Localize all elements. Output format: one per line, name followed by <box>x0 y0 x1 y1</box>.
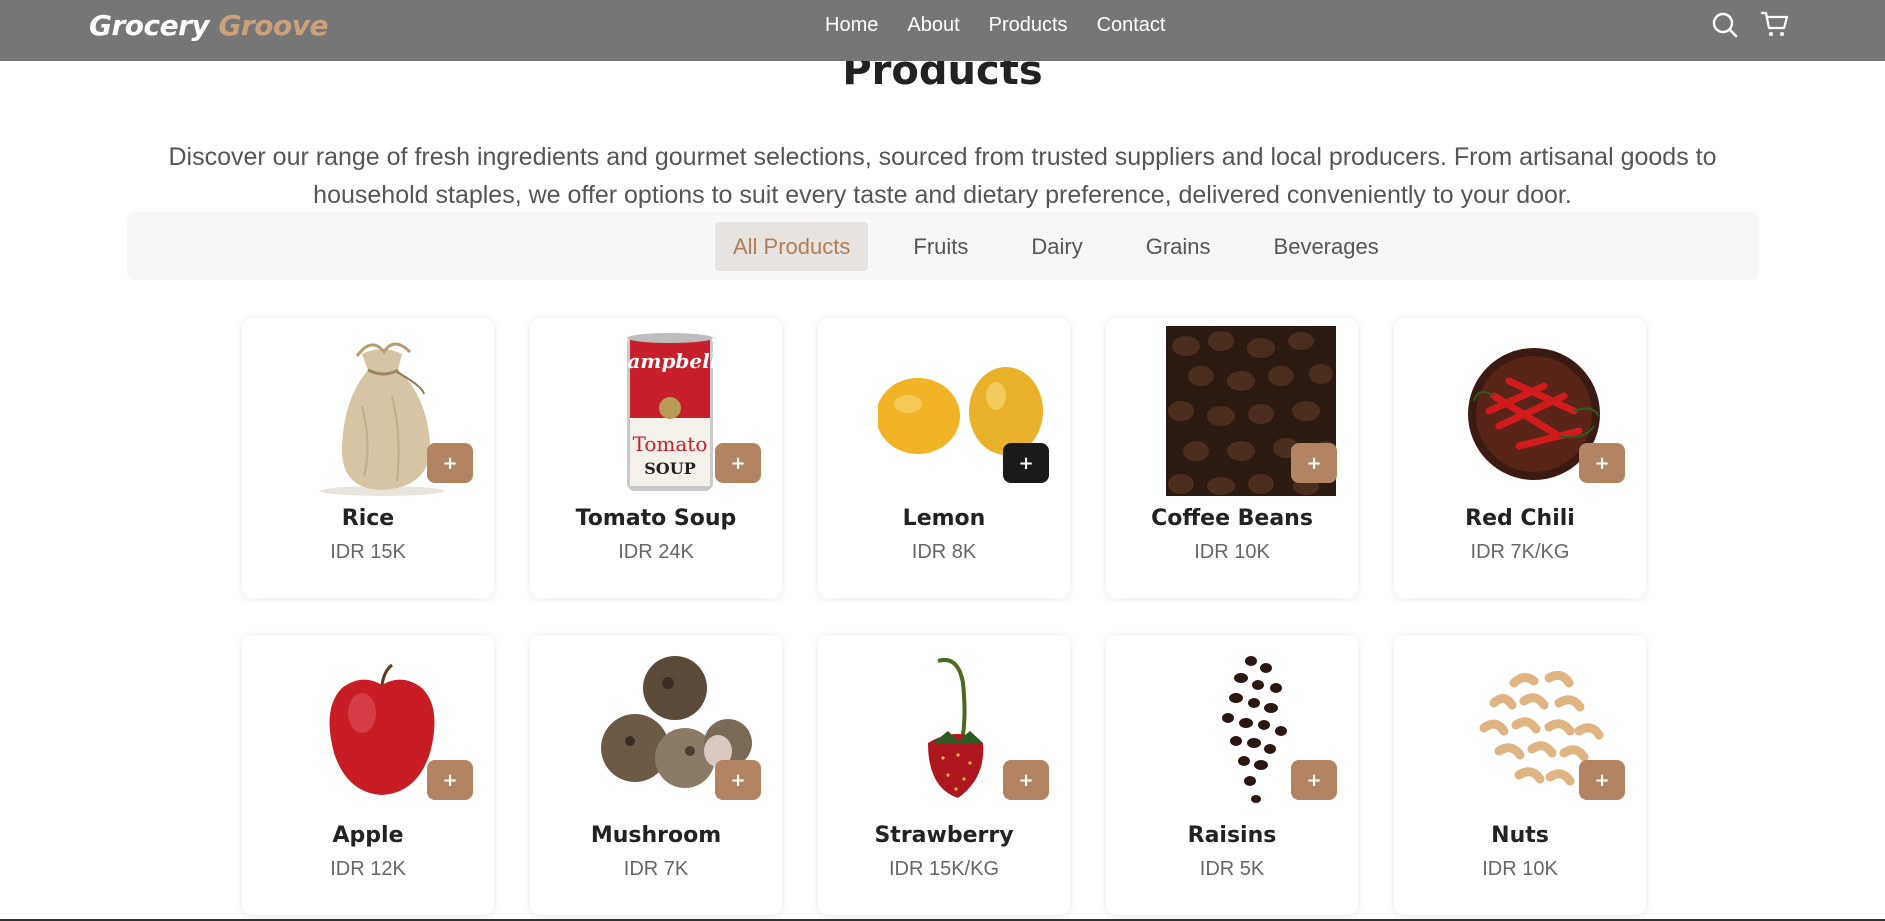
product-name: Lemon <box>902 506 986 531</box>
filter-fruits[interactable]: Fruits <box>895 222 986 271</box>
filter-dairy[interactable]: Dairy <box>1013 222 1100 271</box>
add-to-cart-button[interactable]: + <box>1291 760 1337 800</box>
product-price: IDR 24K <box>618 541 694 563</box>
brand-logo[interactable]: Grocery Groove <box>89 9 328 42</box>
product-name: Rice <box>341 506 395 531</box>
product-name: Tomato Soup <box>575 506 737 531</box>
product-card-coffee-beans[interactable]: + Coffee Beans IDR 10K <box>1106 318 1358 598</box>
product-card-raisins[interactable]: + Raisins IDR 5K <box>1106 635 1358 915</box>
product-card-rice[interactable]: + Rice IDR 15K <box>242 318 494 598</box>
add-to-cart-button[interactable]: + <box>715 760 761 800</box>
product-price: IDR 12K <box>330 858 406 880</box>
add-to-cart-button[interactable]: + <box>715 443 761 483</box>
filter-beverages[interactable]: Beverages <box>1256 222 1397 271</box>
add-to-cart-button[interactable]: + <box>1003 443 1049 483</box>
svg-text:Campbells: Campbells <box>611 349 728 373</box>
product-name: Nuts <box>1491 823 1549 848</box>
product-name: Coffee Beans <box>1151 506 1313 531</box>
product-price: IDR 7K/KG <box>1470 541 1570 563</box>
nav-products[interactable]: Products <box>989 13 1068 37</box>
search-icon[interactable] <box>1710 10 1740 40</box>
product-price: IDR 10K <box>1482 858 1558 880</box>
product-price: IDR 8K <box>911 541 977 563</box>
brand-word-grocery: Grocery <box>89 9 210 42</box>
filter-all-products[interactable]: All Products <box>715 222 869 271</box>
filter-grains[interactable]: Grains <box>1128 222 1229 271</box>
product-card-apple[interactable]: + Apple IDR 12K <box>242 635 494 915</box>
product-name: Strawberry <box>874 823 1014 848</box>
category-filter-bar: All Products Fruits Dairy Grains Beverag… <box>127 212 1759 280</box>
product-name: Raisins <box>1187 823 1277 848</box>
product-name: Apple <box>332 823 404 848</box>
product-card-lemon[interactable]: + Lemon IDR 8K <box>818 318 1070 598</box>
product-price: IDR 15K <box>330 541 406 563</box>
add-to-cart-button[interactable]: + <box>1579 760 1625 800</box>
top-navbar: Grocery Groove Home About Products Conta… <box>0 0 1885 61</box>
add-to-cart-button[interactable]: + <box>427 443 473 483</box>
cart-icon[interactable] <box>1760 10 1790 40</box>
nav-home[interactable]: Home <box>825 13 878 37</box>
brand-word-groove: Groove <box>218 9 328 42</box>
add-to-cart-button[interactable]: + <box>1579 443 1625 483</box>
nav-about[interactable]: About <box>907 13 959 37</box>
product-card-nuts[interactable]: + Nuts IDR 10K <box>1394 635 1646 915</box>
product-card-mushroom[interactable]: + Mushroom IDR 7K <box>530 635 782 915</box>
product-price: IDR 5K <box>1199 858 1265 880</box>
product-price: IDR 7K <box>623 858 689 880</box>
product-name: Red Chili <box>1465 506 1575 531</box>
nav-contact[interactable]: Contact <box>1097 13 1166 37</box>
add-to-cart-button[interactable]: + <box>1003 760 1049 800</box>
add-to-cart-button[interactable]: + <box>427 760 473 800</box>
svg-text:SOUP: SOUP <box>644 459 695 478</box>
product-card-strawberry[interactable]: + Strawberry IDR 15K/KG <box>818 635 1070 915</box>
add-to-cart-button[interactable]: + <box>1291 443 1337 483</box>
product-card-tomato-soup[interactable]: Campbells Tomato SOUP + Tomato Soup IDR … <box>530 318 782 598</box>
product-price: IDR 10K <box>1194 541 1270 563</box>
product-price: IDR 15K/KG <box>888 858 1000 880</box>
product-name: Mushroom <box>590 823 722 848</box>
product-card-red-chili[interactable]: + Red Chili IDR 7K/KG <box>1394 318 1646 598</box>
page-description: Discover our range of fresh ingredients … <box>168 143 1717 209</box>
svg-text:Tomato: Tomato <box>633 432 708 456</box>
main-nav: Home About Products Contact <box>825 13 1195 37</box>
product-grid: + Rice IDR 15K Campbells Tomato SOUP + T… <box>242 318 1646 915</box>
